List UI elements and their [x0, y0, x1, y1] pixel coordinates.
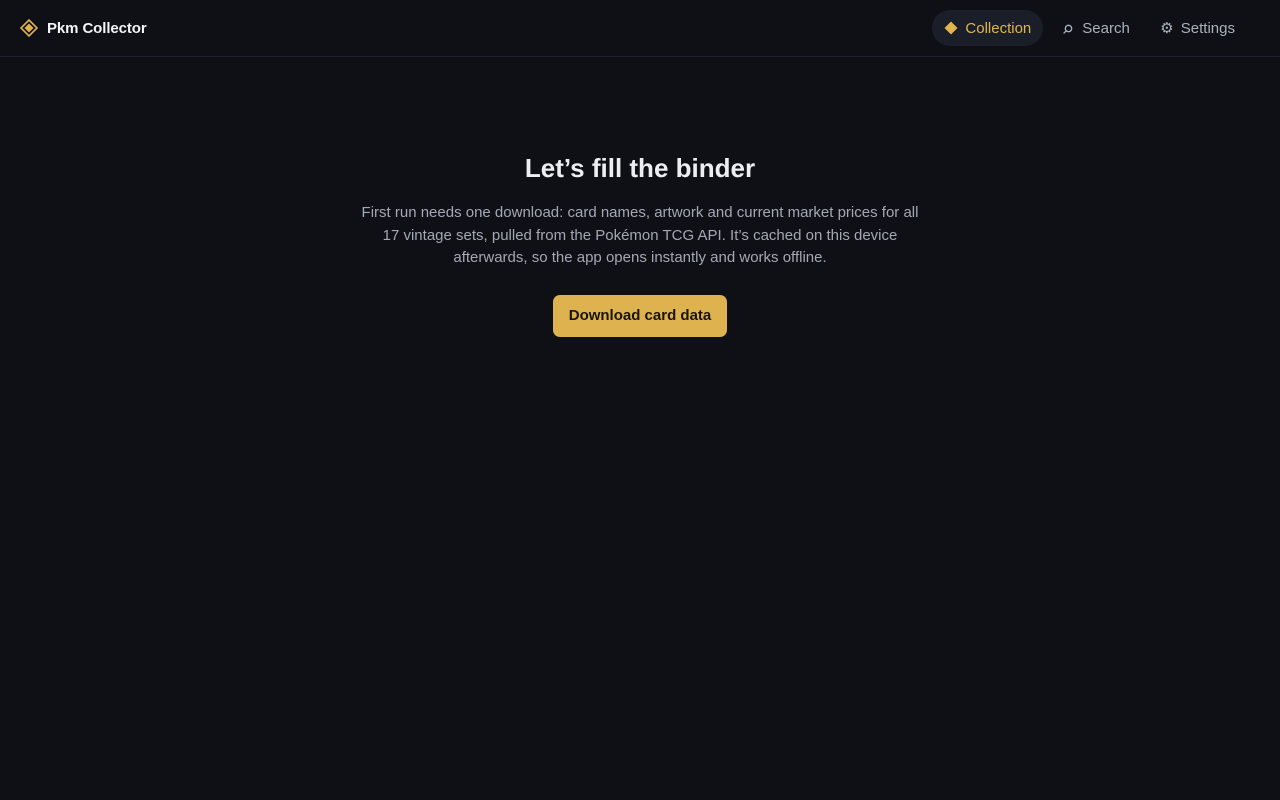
- top-bar: Pkm Collector Collection Search ⚙ Settin…: [0, 0, 1280, 57]
- nav-item-collection[interactable]: Collection: [932, 10, 1044, 46]
- search-icon: [1061, 21, 1075, 35]
- nav-item-search[interactable]: Search: [1049, 10, 1142, 46]
- brand[interactable]: Pkm Collector: [20, 19, 147, 37]
- onboarding-title: Let’s fill the binder: [524, 153, 756, 183]
- onboarding-panel: Let’s fill the binder First run needs on…: [0, 152, 1280, 337]
- diamond-icon: [944, 21, 958, 35]
- nav-item-label: Search: [1082, 19, 1130, 37]
- gear-icon: ⚙: [1160, 19, 1174, 37]
- diamond-logo-icon: [20, 19, 38, 37]
- nav-item-settings[interactable]: ⚙ Settings: [1148, 10, 1247, 46]
- download-card-data-button[interactable]: Download card data: [552, 294, 728, 337]
- app-title: Pkm Collector: [47, 19, 147, 37]
- nav-item-label: Settings: [1180, 19, 1235, 37]
- nav-item-label: Collection: [965, 19, 1032, 37]
- onboarding-description: First run needs one download: card names…: [361, 204, 919, 266]
- main-nav: Collection Search ⚙ Settings: [932, 10, 1247, 46]
